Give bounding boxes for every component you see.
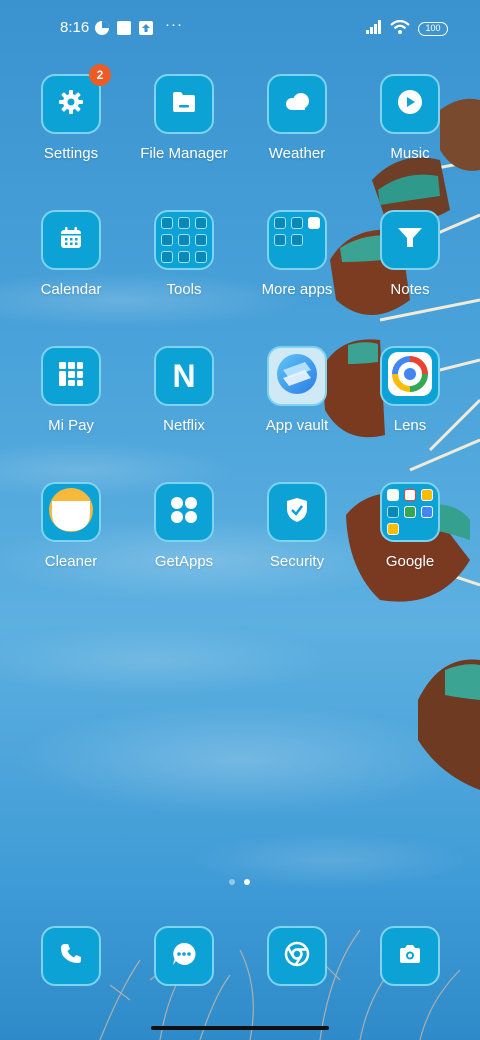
signal-icon: [366, 20, 382, 38]
shield-icon: [285, 497, 309, 528]
app-label: Notes: [390, 281, 430, 298]
folder-grid-icon: [274, 217, 320, 263]
app-label: Google: [385, 553, 435, 570]
app-vault-icon: [275, 352, 319, 401]
app-tile[interactable]: [267, 210, 327, 270]
pie-notification-icon: [94, 20, 110, 40]
cleaner-icon: [48, 487, 94, 538]
page-indicator[interactable]: [229, 879, 250, 885]
app-tile[interactable]: [41, 210, 101, 270]
app-label: Security: [269, 553, 325, 570]
page-dot[interactable]: [229, 879, 235, 885]
app-label: Cleaner: [44, 553, 98, 570]
app-tile[interactable]: [380, 74, 440, 134]
app-label: App vault: [265, 417, 329, 434]
calendar-icon: [59, 226, 83, 255]
app-tile[interactable]: N: [154, 346, 214, 406]
app-tile[interactable]: [267, 74, 327, 134]
more-notifications-icon: ···: [165, 16, 183, 33]
app-notes[interactable]: Notes: [354, 210, 466, 298]
app-file-manager[interactable]: File Manager: [128, 74, 240, 162]
app-app-vault[interactable]: App vault: [241, 346, 353, 434]
app-label: Weather: [268, 145, 326, 162]
message-icon: [171, 941, 197, 972]
folder-tools[interactable]: Tools: [128, 210, 240, 298]
app-netflix[interactable]: N Netflix: [128, 346, 240, 434]
lens-icon: [387, 351, 433, 402]
wifi-icon: [390, 19, 410, 38]
dock-tile[interactable]: [380, 926, 440, 986]
app-label: File Manager: [140, 145, 228, 162]
app-weather[interactable]: Weather: [241, 74, 353, 162]
app-label: Calendar: [40, 281, 102, 298]
dock-chrome[interactable]: [241, 926, 353, 986]
app-tile[interactable]: [267, 482, 327, 542]
dock-camera[interactable]: [354, 926, 466, 986]
app-mi-pay[interactable]: Mi Pay: [15, 346, 127, 434]
app-tile[interactable]: [380, 346, 440, 406]
folder-more-apps[interactable]: More apps: [241, 210, 353, 298]
app-tile[interactable]: [267, 346, 327, 406]
status-bar: 8:16 ··· 100: [0, 14, 480, 42]
play-icon: [397, 89, 423, 120]
gear-icon: [58, 89, 84, 120]
folder-icon: [171, 90, 197, 119]
app-label: Music: [390, 145, 430, 162]
chrome-icon: [284, 941, 310, 972]
folder-grid-icon: [161, 217, 207, 263]
camera-icon: [398, 944, 422, 969]
dock-messages[interactable]: [128, 926, 240, 986]
dock-tile[interactable]: [267, 926, 327, 986]
gesture-bar[interactable]: [151, 1026, 329, 1030]
upload-notification-icon: [138, 20, 154, 40]
app-label: GetApps: [154, 553, 214, 570]
app-label: More apps: [261, 281, 333, 298]
app-tile[interactable]: [380, 482, 440, 542]
netflix-icon: N: [172, 357, 196, 394]
app-label: Mi Pay: [48, 417, 94, 434]
folder-google[interactable]: Google: [354, 482, 466, 570]
battery-indicator: 100: [418, 22, 448, 36]
app-tile[interactable]: [41, 346, 101, 406]
app-settings[interactable]: 2 Settings: [15, 64, 127, 162]
page-dot-active[interactable]: [244, 879, 250, 885]
app-tile[interactable]: [154, 210, 214, 270]
app-label: Settings: [43, 145, 99, 162]
dock-tile[interactable]: [41, 926, 101, 986]
app-label: Tools: [166, 281, 202, 298]
notes-icon: [397, 226, 423, 255]
cloud-icon: [283, 92, 311, 117]
app-label: Netflix: [163, 417, 205, 434]
app-tile[interactable]: [154, 482, 214, 542]
notification-badge: 2: [89, 64, 111, 86]
phone-icon: [59, 942, 83, 971]
app-security[interactable]: Security: [241, 482, 353, 570]
app-cleaner[interactable]: Cleaner: [15, 482, 127, 570]
app-lens[interactable]: Lens: [354, 346, 466, 434]
status-time: 8:16: [60, 19, 90, 36]
dock-tile[interactable]: [154, 926, 214, 986]
app-calendar[interactable]: Calendar: [15, 210, 127, 298]
app-tile[interactable]: [380, 210, 440, 270]
app-tile[interactable]: [154, 74, 214, 134]
app-tile[interactable]: [41, 482, 101, 542]
getapps-icon: [170, 496, 198, 529]
app-label: Lens: [393, 417, 427, 434]
app-getapps[interactable]: GetApps: [128, 482, 240, 570]
app-music[interactable]: Music: [354, 74, 466, 162]
square-notification-icon: [116, 20, 132, 40]
app-tile[interactable]: 2: [41, 64, 111, 134]
folder-grid-icon: [387, 489, 433, 535]
dock-phone[interactable]: [15, 926, 127, 986]
mipay-icon: [58, 361, 84, 392]
